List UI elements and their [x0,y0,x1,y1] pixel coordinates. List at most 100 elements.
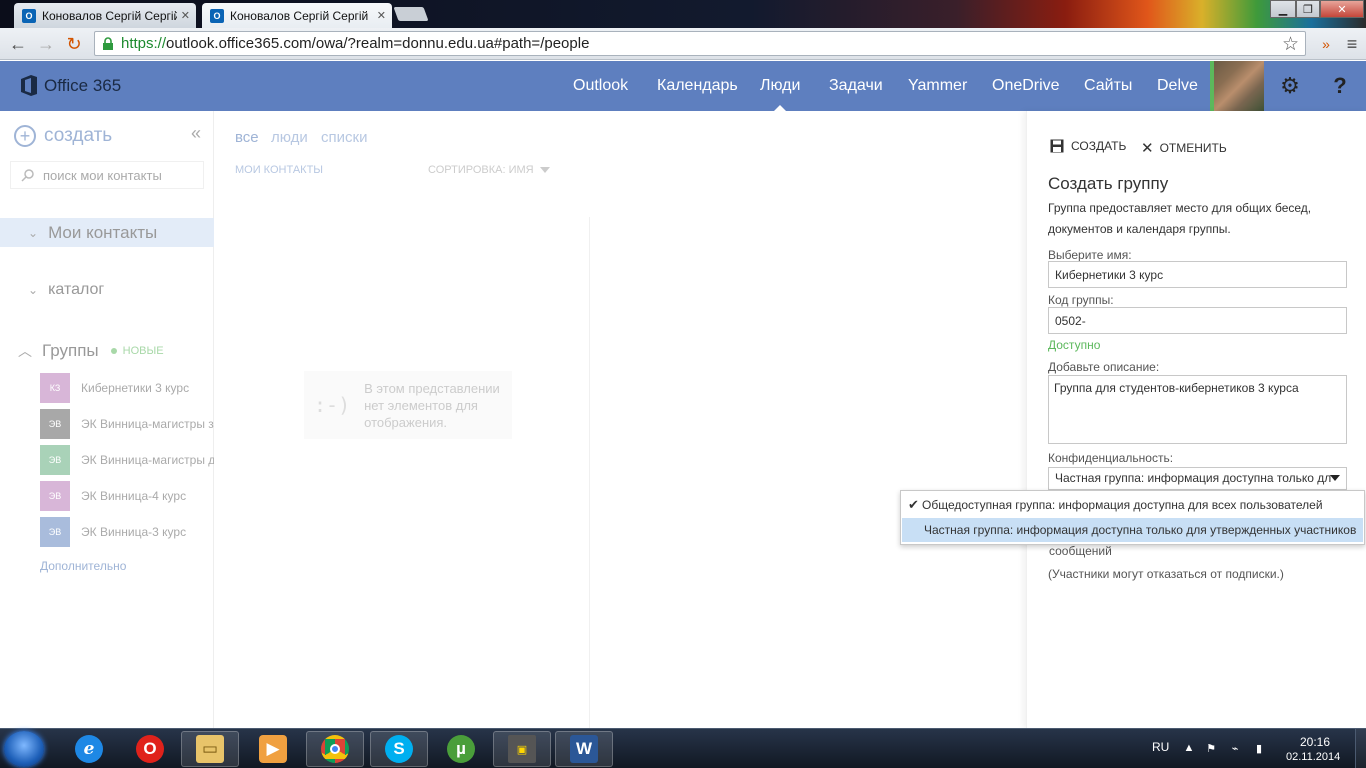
collapse-icon[interactable]: « [191,123,201,144]
close-icon[interactable]: ✕ [181,9,190,22]
group-name: ЭК Винница-4 курс [81,489,187,503]
gear-icon[interactable]: ⚙ [1265,61,1315,111]
reload-icon[interactable]: ↻ [62,32,86,56]
group-code-input[interactable]: 0502- [1048,307,1347,334]
help-icon[interactable]: ? [1315,61,1365,111]
extensions-chevron-icon[interactable]: » [1314,32,1338,56]
restore-button[interactable]: ❐ [1296,0,1320,18]
privacy-value: Частная группа: информация доступна толь… [1055,471,1332,485]
description-textarea[interactable]: Группа для студентов-кибернетиков 3 курс… [1048,375,1347,444]
skype-icon: S [385,735,413,763]
tray-expand-icon[interactable]: ▲ [1182,741,1196,755]
new-badge-label: НОВЫЕ [122,345,164,357]
left-navigation: + создать « поиск мои контакты ⌄ Мои кон… [0,111,214,728]
nav-sites[interactable]: Сайты [1084,61,1132,111]
taskbar-internet-explorer[interactable]: e [60,731,118,767]
forward-icon[interactable]: → [34,32,58,56]
sort-dropdown[interactable]: СОРТИРОВКА: ИМЯ [428,164,550,176]
filter-all[interactable]: все [235,129,259,146]
clock-date[interactable]: 02.11.2014 [1286,751,1340,763]
nav-people[interactable]: Люди [760,61,800,111]
option-label: Общедоступная группа: информация доступн… [922,498,1323,512]
nav-calendar[interactable]: Календарь [657,61,738,111]
groups-label: Группы [42,341,99,360]
taskbar-skype[interactable]: S [370,731,428,767]
taskbar-chrome[interactable] [306,731,364,767]
availability-status: Доступно [1048,338,1101,352]
search-input[interactable]: поиск мои контакты [10,161,204,189]
new-tab-button[interactable] [393,7,429,21]
user-avatar[interactable] [1210,61,1264,111]
folder-catalog[interactable]: ⌄ каталог [28,281,104,299]
cancel-button[interactable]: ✕ ОТМЕНИТЬ [1141,139,1227,157]
list-heading: МОИ КОНТАКТЫ [235,164,324,176]
taskbar-explorer[interactable]: ▭ [181,731,239,767]
unsubscribe-note: (Участники могут отказаться от подписки.… [1048,567,1284,581]
close-window-button[interactable]: ✕ [1320,0,1364,18]
action-center-flag-icon[interactable]: ⚑ [1204,741,1218,755]
save-label: СОЗДАТЬ [1071,139,1127,153]
nav-onedrive[interactable]: OneDrive [992,61,1060,111]
bookmark-star-icon[interactable]: ☆ [1282,33,1299,56]
browser-tab-1[interactable]: O Коновалов Сергій Сергій ✕ [14,3,196,28]
group-item[interactable]: КЗ Кибернетики 3 курс [40,373,214,403]
empty-state: :-) В этом представлении нет элементов д… [304,371,512,439]
group-name-input[interactable]: Кибернетики 3 курс [1048,261,1347,288]
folder-my-contacts[interactable]: ⌄ Мои контакты [0,218,214,247]
group-item[interactable]: ЭВ ЭК Винница-3 курс [40,517,214,547]
folder-icon: ▭ [196,735,224,763]
taskbar-app-monitor[interactable]: ▣ [493,731,551,767]
code-label: Код группы: [1048,293,1114,307]
internet-explorer-icon: e [75,735,103,763]
minimize-button[interactable]: ▁ [1270,0,1296,18]
menu-icon[interactable]: ≡ [1340,32,1364,56]
tab-title: Коновалов Сергій Сергій [230,8,369,23]
privacy-select[interactable]: Частная группа: информация доступна толь… [1048,467,1347,490]
filter-people[interactable]: люди [271,129,308,146]
nav-outlook[interactable]: Outlook [573,61,628,111]
monitor-icon: ▣ [508,735,536,763]
browser-tab-2[interactable]: O Коновалов Сергій Сергій ✕ [202,3,392,28]
start-button[interactable] [4,731,44,767]
tab-title: Коновалов Сергій Сергій [42,8,177,23]
taskbar-media-player[interactable]: ▶ [244,731,302,767]
save-button[interactable]: СОЗДАТЬ [1050,139,1126,153]
clock-time[interactable]: 20:16 [1300,735,1330,749]
group-name: ЭК Винница-магистры д [81,453,214,467]
create-button[interactable]: + создать [14,125,112,147]
filter-lists[interactable]: списки [321,129,367,146]
create-label: создать [44,125,113,146]
chevron-down-icon: ⌄ [28,283,39,297]
language-indicator[interactable]: RU [1152,740,1169,754]
nav-delve[interactable]: Delve [1157,61,1198,111]
url-path: outlook.office365.com/owa/?realm=donnu.e… [166,35,590,52]
usb-device-icon[interactable]: ⌁ [1228,741,1242,755]
floppy-disk-icon [1050,139,1064,153]
option-public-group[interactable]: ✔ Общедоступная группа: информация досту… [902,493,1363,517]
taskbar-utorrent[interactable]: µ [432,731,490,767]
office-icon [21,75,37,96]
address-bar[interactable]: https://outlook.office365.com/owa/?realm… [94,31,1306,56]
lock-icon [103,36,113,50]
close-icon[interactable]: ✕ [377,9,386,22]
group-item[interactable]: ЭВ ЭК Винница-магистры за [40,409,214,439]
sort-label: СОРТИРОВКА: ИМЯ [428,164,534,176]
show-desktop-button[interactable] [1355,729,1366,768]
chevron-up-icon: ︿ [18,343,32,359]
group-item[interactable]: ЭВ ЭК Винница-магистры д [40,445,214,475]
group-name: Кибернетики 3 курс [81,381,190,395]
group-item[interactable]: ЭВ ЭК Винница-4 курс [40,481,214,511]
nav-tasks[interactable]: Задачи [829,61,883,111]
outlook-icon: O [210,8,224,23]
taskbar-opera[interactable]: O [121,731,179,767]
checkmark-icon: ✔ [908,497,919,512]
back-icon[interactable]: ← [6,32,30,56]
nav-yammer[interactable]: Yammer [908,61,967,111]
more-link[interactable]: Дополнительно [40,559,126,573]
option-private-group[interactable]: Частная группа: информация доступна толь… [902,518,1363,542]
taskbar-word[interactable]: W [555,731,613,767]
description-label: Добавьте описание: [1048,360,1160,374]
office365-logo[interactable]: Office 365 [20,75,121,96]
groups-header[interactable]: ︿ Группы НОВЫЕ [18,341,164,361]
network-signal-icon[interactable]: ▮ [1252,741,1266,755]
